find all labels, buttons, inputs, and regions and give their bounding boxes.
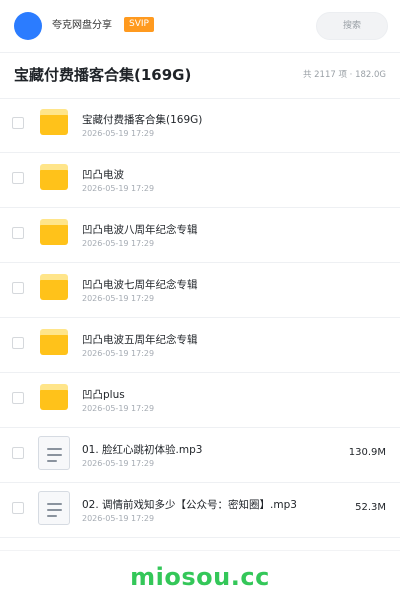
file-date: 2026-05-19 17:29 <box>82 184 155 193</box>
file-name: 01. 脸红心跳初体验.mp3 <box>82 444 203 456</box>
search-input[interactable]: 搜索 <box>316 12 388 40</box>
file-date: 2026-05-19 17:29 <box>82 129 155 138</box>
row-checkbox[interactable] <box>12 447 24 459</box>
file-row[interactable]: 凹凸电波八周年纪念专辑 2026-05-19 17:29 <box>0 208 400 263</box>
row-checkbox[interactable] <box>12 117 24 129</box>
folder-icon <box>38 383 70 415</box>
file-row[interactable]: 凹凸电波 2026-05-19 17:29 <box>0 153 400 208</box>
folder-icon <box>38 273 70 305</box>
file-date: 2026-05-19 17:29 <box>82 514 155 523</box>
folder-icon <box>38 108 70 140</box>
audio-file-icon <box>38 436 70 470</box>
file-date: 2026-05-19 17:29 <box>82 239 155 248</box>
page: 夸克网盘分享 SVIP 搜索 宝藏付费播客合集(169G) 共 2117 项 ·… <box>0 0 400 600</box>
file-name: 凹凸电波五周年纪念专辑 <box>82 334 198 346</box>
svip-badge: SVIP <box>124 17 154 32</box>
file-date: 2026-05-19 17:29 <box>82 294 155 303</box>
avatar[interactable] <box>14 12 42 40</box>
watermark-text: miosou.cc <box>130 563 270 591</box>
file-date: 2026-05-19 17:29 <box>82 459 155 468</box>
file-row[interactable]: 凹凸plus 2026-05-19 17:29 <box>0 373 400 428</box>
file-name: 凹凸电波七周年纪念专辑 <box>82 279 198 291</box>
folder-header: 宝藏付费播客合集(169G) 共 2117 项 · 182.0G <box>0 52 400 99</box>
file-date: 2026-05-19 17:29 <box>82 404 155 413</box>
top-bar: 夸克网盘分享 SVIP 搜索 <box>0 0 400 53</box>
file-row[interactable]: 01. 脸红心跳初体验.mp3 2026-05-19 17:29 130.9M <box>0 428 400 483</box>
row-checkbox[interactable] <box>12 227 24 239</box>
folder-icon <box>38 328 70 360</box>
page-title: 宝藏付费播客合集(169G) <box>14 66 192 84</box>
file-name: 凹凸plus <box>82 389 125 401</box>
file-name: 02. 调情前戏知多少【公众号：密知圈】.mp3 <box>82 499 297 511</box>
row-checkbox[interactable] <box>12 337 24 349</box>
file-name: 凹凸电波八周年纪念专辑 <box>82 224 198 236</box>
folder-meta: 共 2117 项 · 182.0G <box>302 70 386 80</box>
folder-icon <box>38 163 70 195</box>
row-checkbox[interactable] <box>12 502 24 514</box>
row-checkbox[interactable] <box>12 172 24 184</box>
audio-file-icon <box>38 491 70 525</box>
footer: miosou.cc <box>0 550 400 600</box>
row-checkbox[interactable] <box>12 282 24 294</box>
folder-icon <box>38 218 70 250</box>
row-checkbox[interactable] <box>12 392 24 404</box>
file-size: 130.9M <box>348 447 386 458</box>
file-row[interactable]: 凹凸电波五周年纪念专辑 2026-05-19 17:29 <box>0 318 400 373</box>
file-row[interactable]: 宝藏付费播客合集(169G) 2026-05-19 17:29 <box>0 98 400 153</box>
username: 夸克网盘分享 <box>52 20 112 31</box>
file-date: 2026-05-19 17:29 <box>82 349 155 358</box>
file-row[interactable]: 02. 调情前戏知多少【公众号：密知圈】.mp3 2026-05-19 17:2… <box>0 483 400 538</box>
file-row[interactable]: 凹凸电波七周年纪念专辑 2026-05-19 17:29 <box>0 263 400 318</box>
file-name: 宝藏付费播客合集(169G) <box>82 114 203 126</box>
file-list: 宝藏付费播客合集(169G) 2026-05-19 17:29 凹凸电波 202… <box>0 98 400 538</box>
file-name: 凹凸电波 <box>82 169 124 181</box>
file-size: 52.3M <box>355 502 386 513</box>
